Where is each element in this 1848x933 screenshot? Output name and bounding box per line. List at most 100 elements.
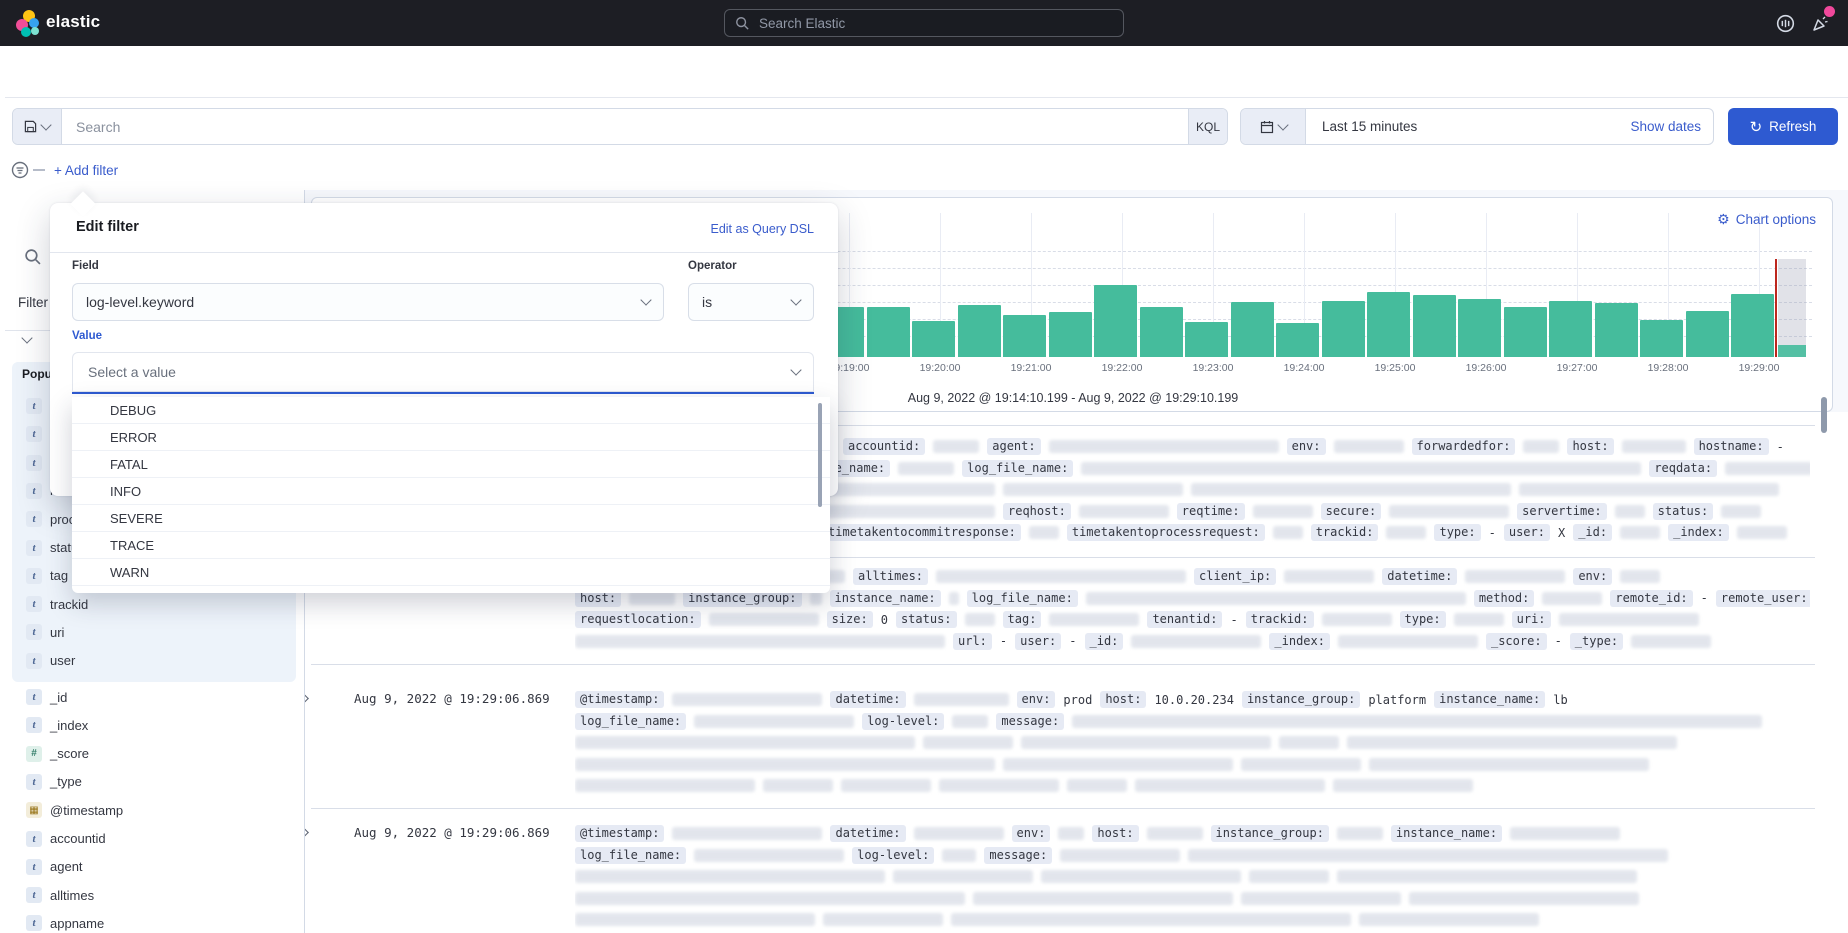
redacted-value <box>939 779 1059 792</box>
doc-field-value: lb <box>1553 693 1567 707</box>
value-option-fatal[interactable]: FATAL <box>72 451 830 478</box>
histogram-bar[interactable] <box>1458 299 1501 357</box>
global-search-input[interactable] <box>757 15 1101 32</box>
sidebar-field-type[interactable]: t_type <box>5 773 305 791</box>
help-icon[interactable] <box>1776 14 1795 33</box>
text-field-icon: t <box>26 624 42 640</box>
redacted-value <box>763 779 833 792</box>
value-combobox-input[interactable] <box>86 363 792 381</box>
doc-field-chip: type: <box>1400 611 1446 628</box>
redacted-value <box>1389 505 1509 518</box>
field-name: user <box>50 653 75 668</box>
histogram-bar[interactable] <box>1731 294 1774 357</box>
sidebar-field-timestamp[interactable]: ▦@timestamp <box>5 801 305 819</box>
date-picker-menu-button[interactable] <box>1241 109 1306 144</box>
filter-icon[interactable] <box>11 161 29 179</box>
redacted-value <box>1465 570 1565 583</box>
doc-field-chip: timetakentocommitresponse: <box>823 524 1021 541</box>
histogram-bar[interactable] <box>1185 322 1228 357</box>
value-option-debug[interactable]: DEBUG <box>72 397 830 424</box>
value-option-info[interactable]: INFO <box>72 478 830 505</box>
doc-field-chip: _id: <box>1085 633 1124 650</box>
doc-field-chip: alltimes: <box>853 568 928 585</box>
redacted-value <box>1369 758 1649 771</box>
edit-as-query-dsl-link[interactable]: Edit as Query DSL <box>710 222 814 236</box>
chart-time-range-subtitle: Aug 9, 2022 @ 19:14:10.199 - Aug 9, 2022… <box>908 391 1239 405</box>
kql-query-input[interactable] <box>62 109 1188 144</box>
saved-query-menu-button[interactable] <box>13 109 62 144</box>
sidebar-field-id[interactable]: t_id <box>5 688 305 706</box>
number-field-icon: # <box>26 746 42 762</box>
histogram-bar[interactable] <box>1231 302 1274 357</box>
sidebar-field-user[interactable]: tuser <box>5 652 305 670</box>
text-field-icon: t <box>26 540 42 556</box>
refresh-button[interactable]: ↻ Refresh <box>1728 108 1838 145</box>
text-field-icon: t <box>26 915 42 931</box>
histogram-bar[interactable] <box>1003 315 1046 357</box>
redacted-value <box>1273 526 1303 539</box>
redacted-value <box>1131 635 1261 648</box>
histogram-bar[interactable] <box>1049 312 1092 357</box>
histogram-bar[interactable] <box>1367 292 1410 357</box>
histogram-bar[interactable] <box>1504 307 1547 357</box>
doc-field-chip: servertime: <box>1517 503 1606 520</box>
doc-field-chip: agent: <box>987 438 1040 455</box>
redacted-value <box>952 715 988 728</box>
doc-field-chip: tag: <box>1003 611 1042 628</box>
kql-badge[interactable]: KQL <box>1188 109 1227 144</box>
histogram-bar[interactable] <box>1595 303 1638 357</box>
value-option-warn[interactable]: WARN <box>72 559 830 586</box>
operator-select[interactable]: is <box>688 283 814 321</box>
chart-options-button[interactable]: ⚙ Chart options <box>1717 211 1816 228</box>
sidebar-field-index[interactable]: t_index <box>5 716 305 734</box>
add-filter-link[interactable]: + Add filter <box>54 163 118 178</box>
histogram-bar[interactable] <box>958 305 1001 357</box>
value-option-trace[interactable]: TRACE <box>72 532 830 559</box>
time-range-value[interactable]: Last 15 minutes <box>1306 109 1618 144</box>
field-name: @timestamp <box>50 803 123 818</box>
redacted-value <box>1081 462 1641 475</box>
popover-divider <box>50 252 838 253</box>
redacted-value <box>810 592 822 605</box>
histogram-bar[interactable] <box>1549 301 1592 357</box>
doc-field-chip: host: <box>1092 825 1138 842</box>
chevron-down-icon <box>790 364 801 375</box>
histogram-bar[interactable] <box>1322 301 1365 357</box>
histogram-bar[interactable] <box>1686 311 1729 357</box>
histogram-bar[interactable] <box>1413 295 1456 357</box>
doc-field-chip: env: <box>1287 438 1326 455</box>
histogram-bar[interactable] <box>1276 323 1319 357</box>
collapse-fields-chevron-icon[interactable] <box>21 332 32 343</box>
histogram-bar[interactable] <box>1094 285 1137 357</box>
redacted-value <box>1333 779 1473 792</box>
redacted-value <box>1334 440 1404 453</box>
doc-row-line <box>575 776 1810 795</box>
redacted-value <box>1191 483 1511 496</box>
value-option-severe[interactable]: SEVERE <box>72 505 830 532</box>
sidebar-field-appname[interactable]: tappname <box>5 914 305 932</box>
sidebar-field-agent[interactable]: tagent <box>5 858 305 876</box>
value-option-error[interactable]: ERROR <box>72 424 830 451</box>
text-field-icon: t <box>26 568 42 584</box>
sidebar-field-trackid[interactable]: ttrackid <box>5 595 305 613</box>
redacted-value <box>936 570 1186 583</box>
value-combobox[interactable] <box>72 352 814 394</box>
redacted-value <box>575 779 755 792</box>
histogram-bar[interactable] <box>1640 320 1683 357</box>
histogram-bar[interactable] <box>867 307 910 357</box>
page-scrollbar-thumb[interactable] <box>1821 397 1827 433</box>
sidebar-field-uri[interactable]: turi <box>5 623 305 641</box>
newsfeed-icon[interactable] <box>1810 14 1830 34</box>
sidebar-field-alltimes[interactable]: talltimes <box>5 886 305 904</box>
global-search-bar[interactable] <box>724 9 1124 37</box>
redacted-value <box>1284 570 1374 583</box>
show-dates-link[interactable]: Show dates <box>1618 109 1713 144</box>
doc-row-timestamp: Aug 9, 2022 @ 19:29:06.869 <box>354 691 550 706</box>
dropdown-scrollbar-thumb[interactable] <box>818 403 822 507</box>
field-select[interactable]: log-level.keyword <box>72 283 664 321</box>
doc-field-value: X <box>1558 526 1565 540</box>
sidebar-field-score[interactable]: #_score <box>5 745 305 763</box>
histogram-bar[interactable] <box>912 321 955 357</box>
sidebar-field-accountid[interactable]: taccountid <box>5 830 305 848</box>
histogram-bar[interactable] <box>1140 307 1183 357</box>
